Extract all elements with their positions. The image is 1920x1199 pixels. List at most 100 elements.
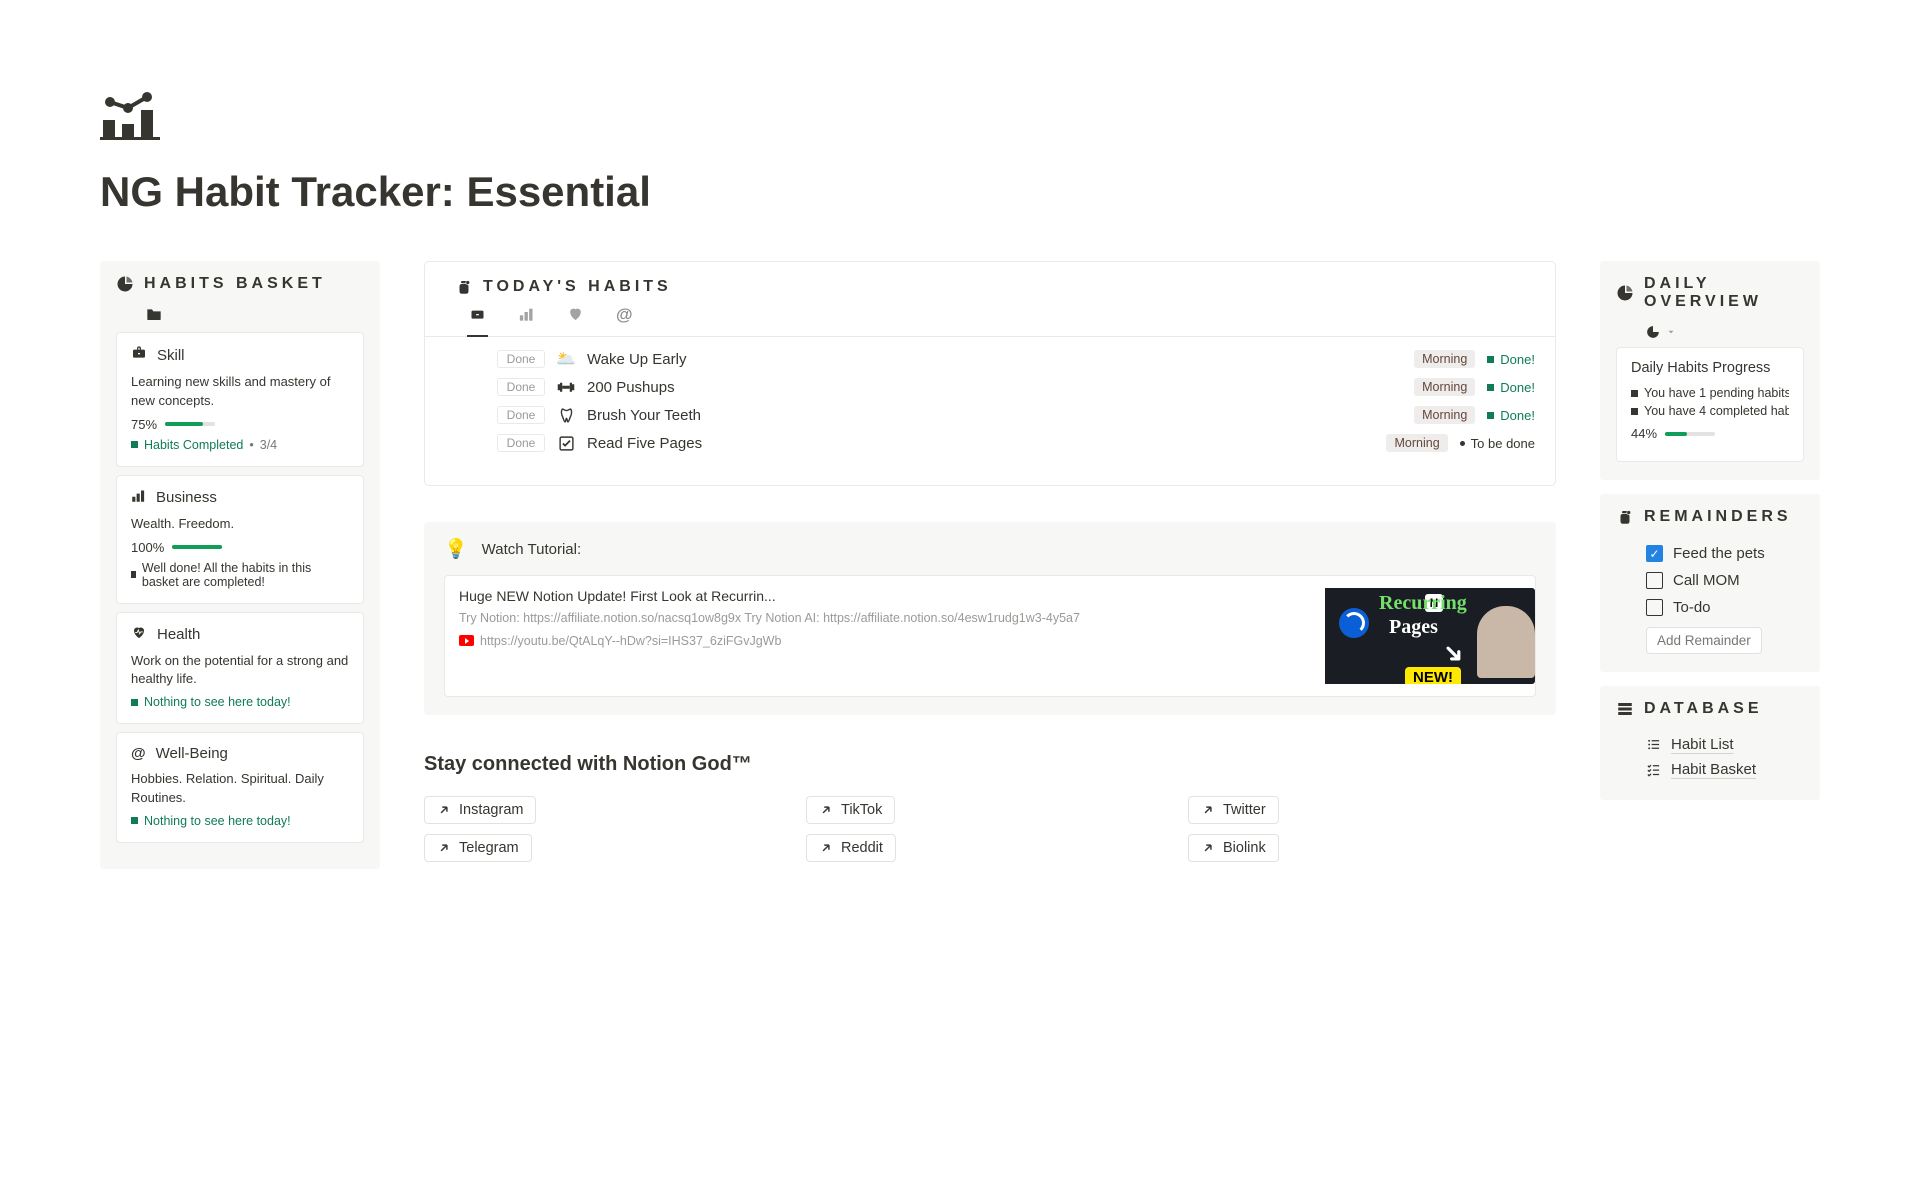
video-thumbnail: N Recurring Pages ➜ NEW!: [1325, 588, 1535, 684]
folder-tab[interactable]: [116, 307, 364, 326]
basket-card-wellbeing[interactable]: @ Well-Being Hobbies. Relation. Spiritua…: [116, 732, 364, 843]
database-icon: [1616, 700, 1634, 718]
checklist-icon: [1646, 762, 1661, 777]
remainder-label: To-do: [1673, 599, 1711, 616]
habit-tabs: @: [425, 306, 1555, 337]
dumbbell-icon: [557, 378, 575, 396]
remainder-item[interactable]: Feed the pets: [1616, 540, 1804, 567]
thumb-line2: Pages: [1389, 616, 1438, 639]
video-desc: Try Notion: https://affiliate.notion.so/…: [459, 610, 1311, 628]
basket-desc: Hobbies. Relation. Spiritual. Daily Rout…: [131, 770, 349, 808]
checkbox-icon: [557, 434, 575, 452]
remainder-item[interactable]: To-do: [1616, 594, 1804, 621]
basket-desc: Learning new skills and mastery of new c…: [131, 373, 349, 411]
jar-icon: [455, 278, 473, 296]
skill-icon: [131, 345, 147, 365]
add-remainder-button[interactable]: Add Remainder: [1646, 627, 1762, 654]
checkbox[interactable]: [1646, 572, 1663, 589]
social-tiktok[interactable]: TikTok: [806, 796, 895, 824]
at-icon: @: [131, 745, 146, 762]
youtube-icon: [459, 635, 474, 646]
daily-overview-heading: DAILY OVERVIEW: [1616, 275, 1804, 311]
jar-icon: [1616, 508, 1634, 526]
basket-title: Well-Being: [156, 745, 228, 762]
basket-meta: Habits Completed • 3/4: [131, 438, 349, 452]
list-icon: [1646, 737, 1661, 752]
todays-habits-panel: TODAY'S HABITS @ Done 🌥️: [424, 261, 1556, 486]
database-heading-text: DATABASE: [1644, 700, 1763, 718]
tab-wellbeing[interactable]: @: [614, 306, 635, 336]
habit-status: Done!: [1487, 408, 1535, 423]
pie-icon: [1616, 284, 1634, 302]
basket-title: Skill: [157, 347, 185, 364]
social-reddit[interactable]: Reddit: [806, 834, 896, 862]
remainder-label: Feed the pets: [1673, 545, 1765, 562]
basket-percent: 75%: [131, 417, 157, 432]
social-telegram[interactable]: Telegram: [424, 834, 532, 862]
tutorial-heading: 💡 Watch Tutorial:: [444, 540, 1536, 559]
db-link-habit-list[interactable]: Habit List: [1616, 732, 1804, 757]
basket-desc: Wealth. Freedom.: [131, 515, 349, 534]
habit-tag: Morning: [1414, 350, 1475, 368]
habit-status: Done!: [1487, 352, 1535, 367]
habit-status: To be done: [1460, 436, 1535, 451]
heart-icon: [131, 625, 147, 644]
basket-card-business[interactable]: Business Wealth. Freedom. 100% Well done…: [116, 475, 364, 604]
habit-name: 200 Pushups: [587, 379, 1402, 396]
habit-name: Brush Your Teeth: [587, 407, 1402, 424]
habit-tag: Morning: [1414, 378, 1475, 396]
done-pill[interactable]: Done: [497, 434, 545, 452]
basket-title: Business: [156, 489, 217, 506]
tab-business[interactable]: [516, 306, 537, 336]
social-twitter[interactable]: Twitter: [1188, 796, 1279, 824]
habit-tag: Morning: [1414, 406, 1475, 424]
overview-card[interactable]: Daily Habits Progress You have 1 pending…: [1616, 347, 1804, 462]
habits-basket-heading-text: HABITS BASKET: [144, 275, 326, 293]
db-link-habit-basket[interactable]: Habit Basket: [1616, 757, 1804, 782]
remainders-heading: REMAINDERS: [1616, 508, 1804, 526]
checkbox-checked[interactable]: [1646, 545, 1663, 562]
thumb-line1: Recurring: [1379, 592, 1467, 615]
pie-icon: [116, 275, 134, 293]
habit-name: Wake Up Early: [587, 351, 1402, 368]
basket-card-health[interactable]: Health Work on the potential for a stron…: [116, 612, 364, 725]
habit-row[interactable]: Done Read Five Pages Morning To be done: [445, 429, 1535, 457]
video-card[interactable]: Huge NEW Notion Update! First Look at Re…: [444, 575, 1536, 697]
connect-heading: Stay connected with Notion God™: [424, 753, 1556, 776]
social-instagram[interactable]: Instagram: [424, 796, 536, 824]
right-column: DAILY OVERVIEW Daily Habits Progress You…: [1600, 261, 1820, 814]
video-title: Huge NEW Notion Update! First Look at Re…: [459, 588, 1311, 604]
overview-line: You have 4 completed habits: [1631, 404, 1789, 418]
sunrise-icon: 🌥️: [557, 350, 575, 368]
thumb-badge: NEW!: [1405, 667, 1461, 684]
done-pill[interactable]: Done: [497, 350, 545, 368]
basket-meta: Nothing to see here today!: [131, 695, 349, 709]
tab-skill[interactable]: [467, 306, 488, 337]
database-heading: DATABASE: [1616, 700, 1804, 718]
remainder-item[interactable]: Call MOM: [1616, 567, 1804, 594]
habit-row[interactable]: Done 🌥️ Wake Up Early Morning Done!: [445, 345, 1535, 373]
page-icon: [100, 90, 160, 140]
overview-percent: 44%: [1631, 426, 1657, 441]
done-pill[interactable]: Done: [497, 378, 545, 396]
progress-bar: [1665, 432, 1715, 436]
checkbox[interactable]: [1646, 599, 1663, 616]
remainder-label: Call MOM: [1673, 572, 1740, 589]
todays-habits-heading: TODAY'S HABITS: [445, 278, 1535, 296]
basket-card-skill[interactable]: Skill Learning new skills and mastery of…: [116, 332, 364, 467]
done-pill[interactable]: Done: [497, 406, 545, 424]
basket-meta: Well done! All the habits in this basket…: [131, 561, 349, 589]
habit-row[interactable]: Done 200 Pushups Morning Done!: [445, 373, 1535, 401]
basket-title: Health: [157, 626, 200, 643]
habits-basket-panel: HABITS BASKET Skill Learning new skills …: [100, 261, 380, 869]
basket-desc: Work on the potential for a strong and h…: [131, 652, 349, 690]
social-biolink[interactable]: Biolink: [1188, 834, 1279, 862]
progress-bar: [165, 422, 215, 426]
database-panel: DATABASE Habit List Habit Basket: [1600, 686, 1820, 800]
tab-health[interactable]: [565, 306, 586, 336]
chart-icon: [131, 488, 146, 507]
habit-row[interactable]: Done Brush Your Teeth Morning Done!: [445, 401, 1535, 429]
overview-dropdown[interactable]: [1616, 325, 1804, 339]
video-url: https://youtu.be/QtALqY--hDw?si=IHS37_6z…: [459, 634, 1311, 648]
habit-tag: Morning: [1386, 434, 1447, 452]
